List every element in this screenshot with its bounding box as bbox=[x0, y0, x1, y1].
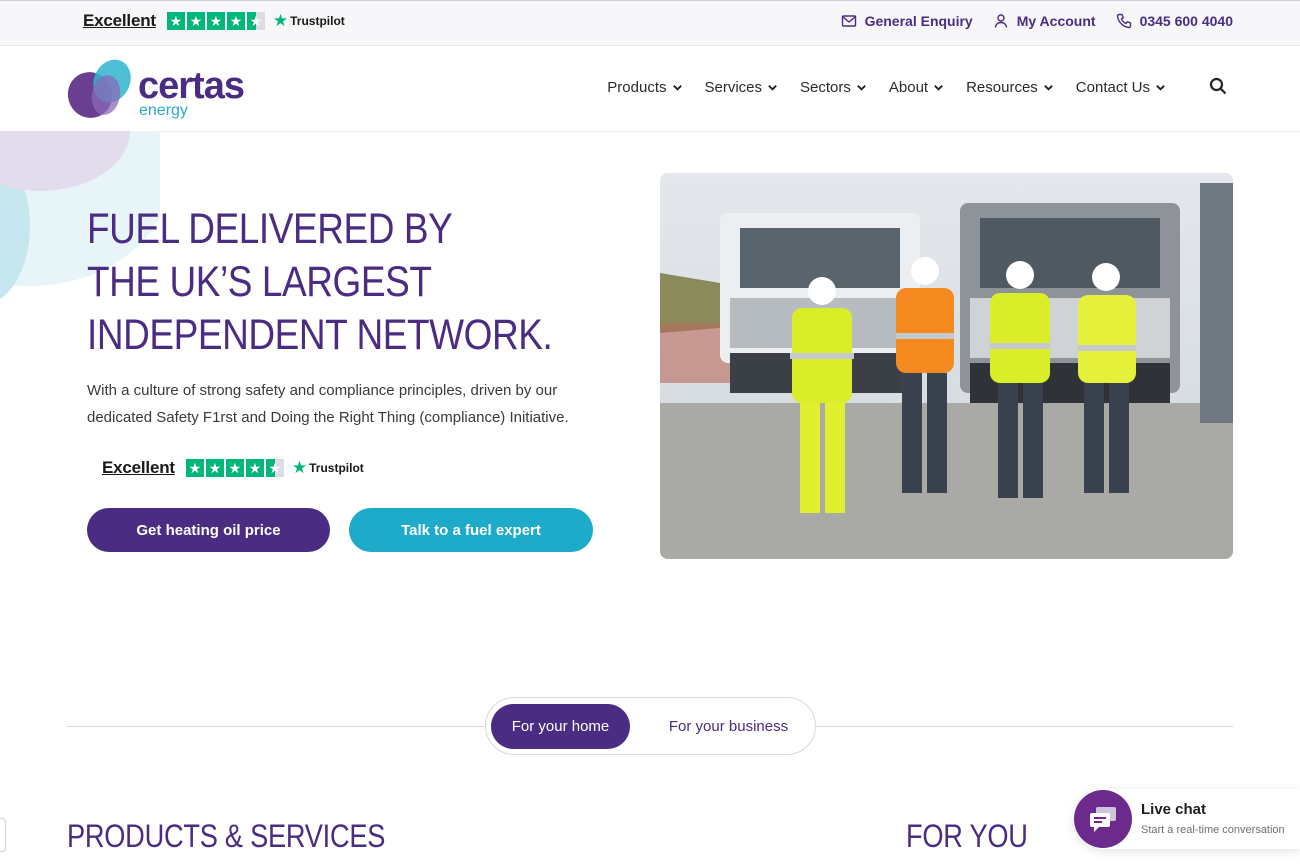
nav-label: Services bbox=[704, 79, 763, 96]
half-star-icon: ★ bbox=[265, 459, 284, 477]
certas-logo[interactable]: certas energy bbox=[66, 57, 266, 121]
nav-label: Resources bbox=[966, 79, 1038, 96]
logo-mark-icon bbox=[67, 59, 131, 118]
talk-to-fuel-expert-button[interactable]: Talk to a fuel expert bbox=[349, 508, 593, 552]
for-you-heading: FOR YOU bbox=[906, 818, 1028, 854]
nav-label: About bbox=[888, 79, 929, 96]
trustpilot-stars: ★ ★ ★ ★ ★ bbox=[185, 459, 284, 477]
hero-image bbox=[660, 173, 1233, 559]
products-services-heading: PRODUCTS & SERVICES bbox=[67, 818, 386, 854]
trustpilot-stars: ★ ★ ★ ★ ★ bbox=[166, 12, 265, 30]
general-enquiry-label: General Enquiry bbox=[864, 13, 973, 29]
chevron-down-icon bbox=[857, 85, 866, 91]
hero-title-line: INDEPENDENT NETWORK. bbox=[87, 311, 553, 359]
star-icon: ★ bbox=[186, 12, 205, 30]
user-icon bbox=[994, 14, 1007, 28]
divider-left bbox=[67, 726, 485, 727]
phone-number: 0345 600 4040 bbox=[1139, 13, 1233, 29]
hero-description: With a culture of strong safety and comp… bbox=[87, 382, 569, 426]
logo-wordmark: certas bbox=[138, 65, 245, 107]
utility-links: General Enquiry My Account 0345 600 4040 bbox=[841, 13, 1233, 29]
chat-bubble-icon bbox=[1074, 790, 1132, 848]
logo-subtitle: energy bbox=[139, 102, 188, 119]
trustpilot-brand: Trustpilot bbox=[290, 14, 345, 28]
star-icon: ★ bbox=[225, 459, 244, 477]
trustpilot-star-icon: ★ bbox=[272, 11, 289, 30]
search-icon[interactable] bbox=[1209, 77, 1227, 95]
chat-icon-glyph bbox=[1090, 807, 1116, 832]
star-icon: ★ bbox=[206, 12, 225, 30]
chevron-down-icon bbox=[768, 85, 777, 91]
hero-title: FUEL DELIVERED BY THE UK’S LARGEST INDEP… bbox=[87, 203, 553, 362]
phone-icon bbox=[1116, 13, 1131, 29]
chevron-down-icon bbox=[1043, 85, 1053, 91]
nav-sectors[interactable]: Sectors bbox=[800, 79, 867, 96]
nav-contact-us[interactable]: Contact Us bbox=[1076, 79, 1166, 96]
phone-link[interactable]: 0345 600 4040 bbox=[1116, 13, 1233, 29]
trustpilot-brand: Trustpilot bbox=[309, 461, 364, 475]
live-chat-widget[interactable]: Live chat Start a real-time conversation bbox=[1074, 789, 1300, 849]
chevron-down-icon bbox=[1156, 85, 1165, 91]
divider-right bbox=[816, 726, 1233, 727]
utility-bar: Excellent ★ ★ ★ ★ ★ ★ Trustpilot General… bbox=[0, 0, 1300, 46]
feedback-tab[interactable] bbox=[0, 818, 6, 852]
nav-label: Sectors bbox=[800, 79, 851, 96]
nav-products[interactable]: Products bbox=[607, 79, 682, 96]
my-account-link[interactable]: My Account bbox=[993, 13, 1096, 29]
trustpilot-rating-word[interactable]: Excellent bbox=[83, 11, 156, 31]
my-account-label: My Account bbox=[1016, 13, 1096, 29]
trustpilot-widget[interactable]: Excellent ★ ★ ★ ★ ★ ★ Trustpilot bbox=[83, 11, 345, 31]
trustpilot-widget-hero[interactable]: Excellent ★ ★ ★ ★ ★ ★ Trustpilot bbox=[102, 458, 364, 478]
hero-title-line: FUEL DELIVERED BY bbox=[87, 205, 453, 253]
for-your-business-tab[interactable]: For your business bbox=[646, 704, 811, 749]
nav-services[interactable]: Services bbox=[705, 79, 779, 96]
site-header: certas energy Products Services Sectors … bbox=[0, 46, 1300, 132]
trustpilot-rating-word[interactable]: Excellent bbox=[102, 458, 175, 478]
nav-label: Contact Us bbox=[1075, 79, 1150, 96]
star-icon: ★ bbox=[185, 459, 204, 477]
half-star-icon: ★ bbox=[246, 12, 265, 30]
nav-label: Products bbox=[607, 79, 667, 96]
mail-icon bbox=[841, 15, 856, 27]
chevron-down-icon bbox=[672, 85, 682, 91]
live-chat-subtitle: Start a real-time conversation bbox=[1141, 824, 1285, 836]
chevron-down-icon bbox=[934, 85, 943, 91]
audience-toggle: For your home For your business bbox=[485, 697, 816, 755]
for-your-home-tab[interactable]: For your home bbox=[491, 704, 630, 749]
star-icon: ★ bbox=[205, 459, 224, 477]
star-icon: ★ bbox=[166, 12, 185, 30]
trustpilot-star-icon: ★ bbox=[291, 458, 308, 477]
get-heating-oil-price-button[interactable]: Get heating oil price bbox=[87, 508, 330, 552]
trustpilot-logo: ★ Trustpilot bbox=[292, 458, 364, 478]
nav-about[interactable]: About bbox=[889, 79, 944, 96]
hero-title-line: THE UK’S LARGEST bbox=[87, 258, 432, 306]
star-icon: ★ bbox=[245, 459, 264, 477]
main-nav: Products Services Sectors About Resource… bbox=[607, 79, 1166, 96]
live-chat-title: Live chat bbox=[1141, 801, 1207, 818]
hero-photo-illustration bbox=[660, 173, 1233, 559]
trustpilot-logo: ★ Trustpilot bbox=[273, 11, 345, 31]
general-enquiry-link[interactable]: General Enquiry bbox=[841, 13, 973, 29]
star-icon: ★ bbox=[226, 12, 245, 30]
nav-resources[interactable]: Resources bbox=[966, 79, 1054, 96]
